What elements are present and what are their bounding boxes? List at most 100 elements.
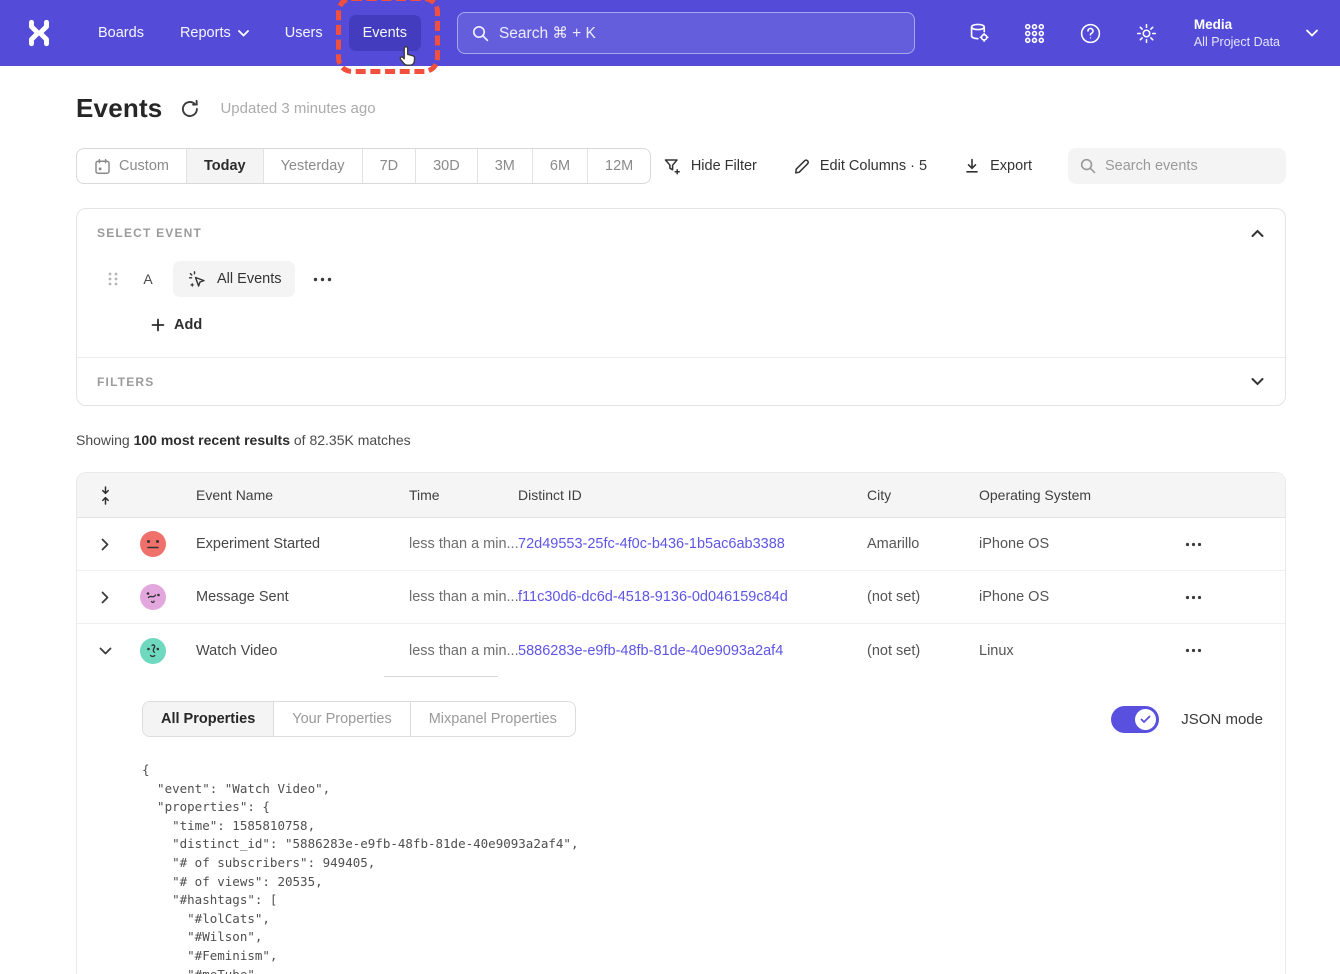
page-content: Events Updated 3 minutes ago Custom xyxy=(0,93,1340,974)
date-range-12m[interactable]: 12M xyxy=(587,149,650,183)
mixpanel-logo-icon[interactable] xyxy=(22,16,56,50)
nav-item-label: Reports xyxy=(180,25,231,41)
collapse-section-button[interactable] xyxy=(1245,221,1269,245)
distinct-id-link[interactable]: f11c30d6-dc6d-4518-9136-0d046159c84d xyxy=(518,589,867,605)
search-events-field[interactable] xyxy=(1068,148,1286,184)
hide-filter-label: Hide Filter xyxy=(691,158,757,174)
date-range-label: 7D xyxy=(380,158,399,174)
city-cell: (not set) xyxy=(867,589,979,605)
collapse-row-icon[interactable] xyxy=(77,647,133,655)
results-count: 100 most recent results xyxy=(134,432,290,448)
help-icon[interactable] xyxy=(1078,20,1104,46)
date-range-label: Yesterday xyxy=(281,158,345,174)
date-range-6m[interactable]: 6M xyxy=(532,149,587,183)
event-name-cell: Watch Video xyxy=(173,643,386,659)
table-header-row: Event Name Time Distinct ID City Operati… xyxy=(77,473,1285,518)
city-cell: (not set) xyxy=(867,643,979,659)
event-name-cell: Experiment Started xyxy=(173,536,386,552)
distinct-id-link[interactable]: 5886283e-e9fb-48fb-81de-40e9093a2af4 xyxy=(518,643,867,659)
table-row-expanded[interactable]: Watch Video less than a min... 5886283e-… xyxy=(77,624,1285,677)
expand-filters-button[interactable] xyxy=(1245,369,1269,393)
expand-row-icon[interactable] xyxy=(77,538,133,551)
cursor-sparkle-icon xyxy=(187,269,208,290)
date-range-3m[interactable]: 3M xyxy=(477,149,532,183)
row-more-icon[interactable] xyxy=(1157,648,1229,653)
json-mode-toggle[interactable] xyxy=(1111,706,1159,733)
date-range-label: Today xyxy=(204,158,246,174)
primary-nav: Boards Reports Users Events xyxy=(84,15,421,51)
refresh-icon[interactable] xyxy=(180,98,202,120)
nav-item-events[interactable]: Events xyxy=(349,15,421,51)
global-search-input[interactable]: Search ⌘ + K xyxy=(457,12,915,54)
table-row[interactable]: Message Sent less than a min... f11c30d6… xyxy=(77,571,1285,624)
apps-grid-icon[interactable] xyxy=(1022,20,1048,46)
properties-tabs: All Properties Your Properties Mixpanel … xyxy=(142,701,576,737)
data-management-icon[interactable] xyxy=(966,20,992,46)
nav-item-users[interactable]: Users xyxy=(271,15,337,51)
toolbar: Hide Filter Edit Columns · 5 Export xyxy=(663,148,1286,184)
event-detail-panel: All Properties Your Properties Mixpanel … xyxy=(77,677,1285,974)
filters-label: FILTERS xyxy=(97,375,155,389)
results-prefix: Showing xyxy=(76,432,134,448)
edit-columns-button[interactable]: Edit Columns · 5 xyxy=(793,157,927,175)
download-icon xyxy=(963,157,981,175)
row-more-icon[interactable] xyxy=(1157,595,1229,600)
toggle-check-icon xyxy=(1135,709,1156,730)
filters-section[interactable]: FILTERS xyxy=(77,358,1285,405)
tab-mixpanel-properties[interactable]: Mixpanel Properties xyxy=(410,702,575,736)
events-table: Event Name Time Distinct ID City Operati… xyxy=(76,472,1286,974)
time-cell: less than a min... xyxy=(386,643,518,659)
date-range-yesterday[interactable]: Yesterday xyxy=(263,149,362,183)
row-more-icon[interactable] xyxy=(1157,542,1229,547)
tab-all-properties[interactable]: All Properties xyxy=(143,702,273,736)
sort-icon[interactable] xyxy=(77,486,133,505)
col-header-event-name: Event Name xyxy=(173,487,386,503)
col-header-distinct-id: Distinct ID xyxy=(518,487,867,503)
tab-your-properties[interactable]: Your Properties xyxy=(273,702,409,736)
event-more-icon[interactable] xyxy=(313,277,332,282)
export-button[interactable]: Export xyxy=(963,157,1032,175)
selected-event-label: All Events xyxy=(217,271,281,287)
project-selector[interactable]: Media All Project Data xyxy=(1194,16,1318,50)
date-range-label: 30D xyxy=(433,158,460,174)
tab-label: Mixpanel Properties xyxy=(429,711,557,727)
expand-row-icon[interactable] xyxy=(77,591,133,604)
json-mode-label: JSON mode xyxy=(1181,711,1263,728)
top-navbar: Boards Reports Users Events Sea xyxy=(0,0,1340,66)
project-subtitle: All Project Data xyxy=(1194,34,1280,50)
export-label: Export xyxy=(990,158,1032,174)
controls-row: Custom Today Yesterday 7D 30D 3M 6M 12M … xyxy=(76,148,1286,184)
nav-item-reports[interactable]: Reports xyxy=(166,15,263,51)
nav-item-boards[interactable]: Boards xyxy=(84,15,158,51)
distinct-id-link[interactable]: 72d49553-25fc-4f0c-b436-1b5ac6ab3388 xyxy=(518,536,867,552)
event-letter: A xyxy=(141,271,155,287)
results-suffix: of 82.35K matches xyxy=(290,432,411,448)
plus-icon xyxy=(151,318,165,332)
date-range-7d[interactable]: 7D xyxy=(362,149,416,183)
filter-funnel-icon xyxy=(663,157,682,176)
col-header-time: Time xyxy=(386,487,518,503)
updated-timestamp: Updated 3 minutes ago xyxy=(220,100,375,117)
hide-filter-button[interactable]: Hide Filter xyxy=(663,157,757,176)
date-range-today[interactable]: Today xyxy=(186,149,263,183)
search-events-input[interactable] xyxy=(1105,158,1265,174)
date-range-custom[interactable]: Custom xyxy=(77,149,186,183)
navbar-right: Media All Project Data xyxy=(966,16,1318,50)
date-range-30d[interactable]: 30D xyxy=(415,149,477,183)
col-header-city: City xyxy=(867,487,979,503)
title-row: Events Updated 3 minutes ago xyxy=(76,93,1286,124)
os-cell: iPhone OS xyxy=(979,589,1157,605)
project-name: Media xyxy=(1194,16,1280,34)
all-events-selector[interactable]: All Events xyxy=(173,261,295,297)
settings-gear-icon[interactable] xyxy=(1134,20,1160,46)
add-event-button[interactable]: Add xyxy=(151,317,202,333)
drag-handle-icon[interactable] xyxy=(107,271,119,287)
partial-divider xyxy=(384,676,498,677)
calendar-icon xyxy=(94,158,111,175)
tab-label: Your Properties xyxy=(292,711,391,727)
detail-panel-header: All Properties Your Properties Mixpanel … xyxy=(142,701,1265,737)
date-range-label: Custom xyxy=(119,158,169,174)
nav-item-label: Events xyxy=(363,25,407,41)
table-row[interactable]: Experiment Started less than a min... 72… xyxy=(77,518,1285,571)
select-event-label: SELECT EVENT xyxy=(97,226,1265,240)
